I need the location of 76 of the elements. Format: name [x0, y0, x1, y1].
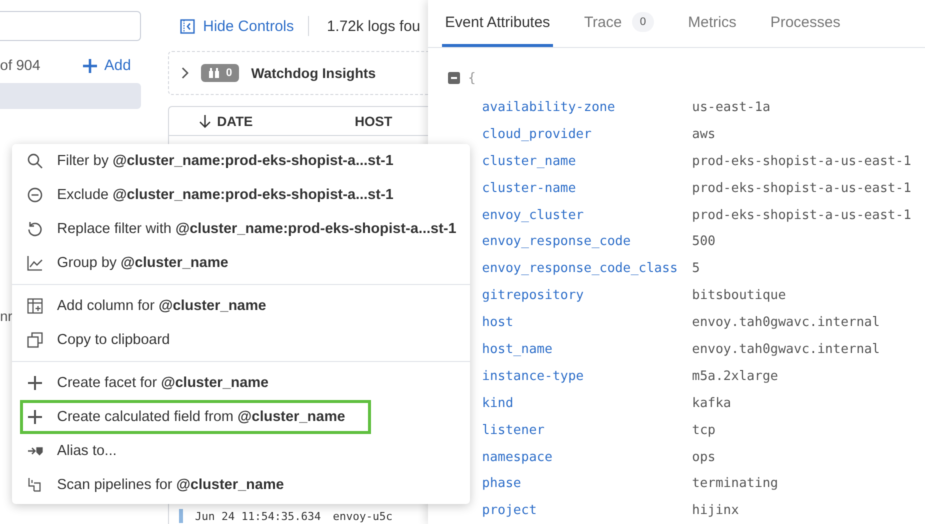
attribute-key[interactable]: host — [482, 315, 692, 330]
attribute-value[interactable]: m5a.2xlarge — [692, 368, 778, 384]
facet-label: nr — [0, 308, 12, 324]
collapse-panel-icon — [180, 18, 195, 34]
plus-icon — [27, 375, 43, 391]
undo-icon — [27, 221, 43, 237]
menu-item[interactable]: Filter by @cluster_name:prod-eks-shopist-a...st-1 — [12, 144, 470, 178]
attribute-key[interactable]: envoy_response_code — [482, 234, 692, 250]
attribute-key[interactable]: instance-type — [482, 368, 692, 384]
attribute-value[interactable]: ops — [692, 450, 716, 465]
attribute-key[interactable]: gitrepository — [482, 288, 692, 304]
attribute-key[interactable]: namespace — [482, 450, 692, 465]
attribute-key[interactable]: envoy_response_code_class — [482, 261, 692, 276]
tab[interactable]: Trace 0 — [581, 0, 657, 47]
line-chart-icon — [27, 255, 43, 271]
binoculars-icon — [208, 67, 220, 79]
attribute-value[interactable]: us-east-1a — [692, 100, 770, 115]
column-header[interactable]: DATE — [199, 114, 253, 128]
plus-icon — [27, 409, 43, 425]
attribute-value[interactable]: 500 — [692, 234, 716, 250]
chevron-right-icon — [181, 67, 189, 79]
tab[interactable]: Metrics — [684, 0, 740, 47]
search-icon — [27, 153, 43, 169]
menu-item[interactable]: Exclude @cluster_name:prod-eks-shopist-a...st-1 — [12, 178, 470, 212]
menu-item[interactable]: Copy to clipboard — [12, 323, 470, 357]
attribute-value[interactable]: envoy.tah0gwavc.internal — [692, 342, 880, 357]
attribute-value[interactable]: terminating — [692, 476, 778, 492]
attribute-value[interactable]: prod-eks-shopist-a-us-east-1 — [692, 180, 912, 196]
menu-item[interactable]: Create facet for @cluster_name — [12, 366, 470, 400]
menu-item[interactable]: Scan pipelines for @cluster_name — [12, 468, 470, 502]
facet-count: of 904 — [0, 58, 40, 74]
attribute-key[interactable]: phase — [482, 476, 692, 492]
attribute-key[interactable]: listener — [482, 422, 692, 438]
table-cell: Jun 24 11:54:35.634 — [195, 510, 321, 522]
attribute-value[interactable]: envoy.tah0gwavc.internal — [692, 315, 880, 330]
plus-icon — [82, 58, 98, 74]
pipeline-icon — [27, 477, 43, 493]
attribute-value[interactable]: aws — [692, 126, 716, 142]
attribute-value[interactable]: bitsboutique — [692, 288, 786, 304]
menu-item[interactable]: Alias to... — [12, 434, 470, 468]
insight-badge: 0 — [201, 64, 240, 82]
column-header[interactable]: HOST — [354, 114, 392, 128]
attribute-key[interactable]: project — [482, 503, 692, 518]
tab[interactable]: Event Attributes — [442, 0, 554, 47]
attribute-key[interactable]: cluster_name — [482, 154, 692, 169]
menu-item[interactable]: Create calculated field from @cluster_name — [12, 400, 470, 434]
search-field[interactable] — [0, 11, 141, 41]
watchdog-title: Watchdog Insights — [251, 65, 376, 81]
menu-item[interactable]: Replace filter with @cluster_name:prod-eks-shopist-a...st-1 — [12, 212, 470, 246]
attribute-value[interactable]: hijinx — [692, 503, 739, 518]
attribute-value[interactable]: tcp — [692, 422, 716, 438]
attribute-key[interactable]: envoy_cluster — [482, 208, 692, 222]
attribute-value[interactable]: 5 — [692, 261, 700, 276]
attribute-key[interactable]: host_name — [482, 342, 692, 357]
attribute-value[interactable]: kafka — [692, 396, 732, 411]
list-item[interactable] — [0, 83, 141, 109]
attribute-key[interactable]: cluster-name — [482, 180, 692, 196]
add-button[interactable]: Add — [82, 57, 131, 74]
attribute-key[interactable]: cloud_provider — [482, 126, 692, 142]
attribute-value[interactable]: prod-eks-shopist-a-us-east-1 — [692, 208, 912, 222]
attribute-key[interactable]: availability-zone — [482, 100, 692, 115]
json-brace: { — [468, 70, 476, 86]
add-column-icon — [27, 298, 43, 314]
tab[interactable]: Processes — [767, 0, 844, 47]
attribute-value[interactable]: prod-eks-shopist-a-us-east-1 — [692, 154, 912, 169]
menu-item[interactable]: Group by @cluster_name — [12, 246, 470, 280]
copy-icon — [27, 332, 43, 348]
sort-down-icon — [199, 114, 211, 128]
menu-item[interactable]: Add column for @cluster_name — [12, 289, 470, 323]
attribute-key[interactable]: kind — [482, 396, 692, 411]
minus-circle-icon — [27, 187, 43, 203]
table-cell: envoy-u5c — [332, 510, 392, 522]
hide-controls-button[interactable]: Hide Controls — [180, 18, 294, 34]
collapse-icon[interactable] — [448, 72, 460, 84]
status-bar — [179, 509, 183, 523]
log-count: 1.72k logs fou — [326, 18, 420, 34]
